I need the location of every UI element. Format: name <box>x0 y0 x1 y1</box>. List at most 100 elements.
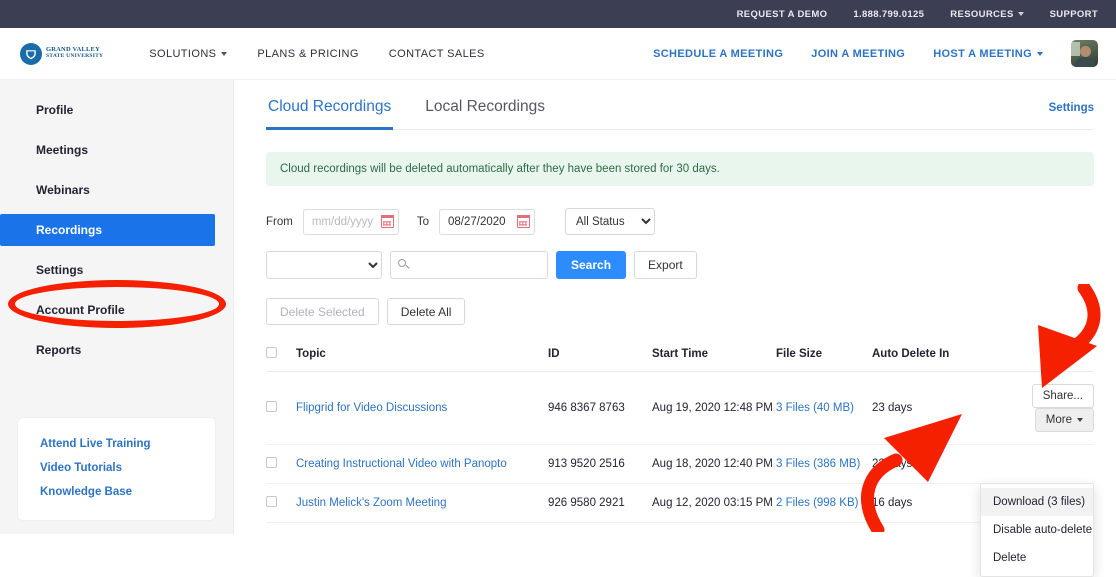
top-link-support[interactable]: SUPPORT <box>1050 9 1098 20</box>
recording-topic-link[interactable]: Creating Instructional Video with Panopt… <box>296 458 507 470</box>
row-auto-delete-cell: 22 days <box>872 445 968 484</box>
column-header-topic: Topic <box>296 347 548 372</box>
share-button[interactable]: Share... <box>1032 384 1094 408</box>
table-row: Justin Melick's Zoom Meeting 926 9580 29… <box>266 484 1094 523</box>
nav-right-links: SCHEDULE A MEETING JOIN A MEETING HOST A… <box>653 40 1098 67</box>
row-actions-cell <box>968 445 1094 484</box>
search-icon <box>398 259 406 267</box>
tab-cloud-recordings[interactable]: Cloud Recordings <box>266 98 393 130</box>
chevron-down-icon <box>221 52 227 56</box>
row-checkbox[interactable] <box>266 401 277 412</box>
row-start-time-cell: Aug 12, 2020 03:15 PM <box>652 484 776 523</box>
nav-join-meeting[interactable]: JOIN A MEETING <box>811 48 905 60</box>
search-input[interactable] <box>390 251 548 279</box>
recordings-settings-link[interactable]: Settings <box>1049 98 1094 114</box>
row-topic-cell: Creating Instructional Video with Panopt… <box>296 445 548 484</box>
tab-local-recordings[interactable]: Local Recordings <box>423 98 547 127</box>
row-topic-cell: Justin Melick's Zoom Meeting <box>296 484 548 523</box>
row-id-cell: 913 9520 2516 <box>548 445 652 484</box>
sidebar-link-knowledge-base[interactable]: Knowledge Base <box>18 480 215 504</box>
row-actions-cell: Share...More <box>968 372 1094 445</box>
gvsu-shield-icon <box>20 43 42 65</box>
calendar-icon[interactable] <box>381 215 394 228</box>
sidebar-item-recordings[interactable]: Recordings <box>0 214 215 246</box>
recording-files-link[interactable]: 3 Files (40 MB) <box>776 402 854 414</box>
chevron-down-icon <box>1018 12 1024 16</box>
sidebar-item-webinars[interactable]: Webinars <box>0 174 233 206</box>
row-id-cell: 946 8367 8763 <box>548 372 652 445</box>
recording-files-link[interactable]: 2 Files (998 KB) <box>776 497 858 509</box>
top-utility-bar: REQUEST A DEMO 1.888.799.0125 RESOURCES … <box>0 0 1116 28</box>
sidebar-spacer <box>0 326 233 334</box>
row-checkbox-cell <box>266 484 296 523</box>
sidebar-spacer <box>0 166 233 174</box>
column-header-actions <box>968 347 1094 372</box>
recording-files-link[interactable]: 3 Files (386 MB) <box>776 458 860 470</box>
top-link-phone[interactable]: 1.888.799.0125 <box>853 9 924 20</box>
delete-all-button[interactable]: Delete All <box>387 298 466 325</box>
chevron-down-icon <box>1077 418 1083 422</box>
more-dropdown-menu: Download (3 files) Disable auto-delete D… <box>980 483 1094 577</box>
avatar-body <box>1075 57 1095 67</box>
nav-host-meeting-label: HOST A MEETING <box>933 48 1032 60</box>
sidebar-item-settings[interactable]: Settings <box>0 254 233 286</box>
search-input-wrapper <box>390 251 548 279</box>
column-header-start-time: Start Time <box>652 347 776 372</box>
table-body: Flipgrid for Video Discussions 946 8367 … <box>266 372 1094 523</box>
row-file-size-cell: 3 Files (386 MB) <box>776 445 872 484</box>
dropdown-item-disable-auto-delete[interactable]: Disable auto-delete <box>981 516 1093 544</box>
from-date-wrapper <box>303 209 399 235</box>
search-button[interactable]: Search <box>556 251 626 279</box>
chevron-down-icon <box>1037 52 1043 56</box>
sidebar-item-meetings[interactable]: Meetings <box>0 134 233 166</box>
row-checkbox[interactable] <box>266 457 277 468</box>
top-link-request-demo[interactable]: REQUEST A DEMO <box>737 9 828 20</box>
bulk-actions-row: Delete Selected Delete All <box>266 298 1094 325</box>
recording-topic-link[interactable]: Flipgrid for Video Discussions <box>296 402 447 414</box>
nav-contact-sales[interactable]: CONTACT SALES <box>389 48 485 60</box>
status-filter-select[interactable]: All Status <box>565 208 655 235</box>
top-link-resources[interactable]: RESOURCES <box>950 9 1023 20</box>
dropdown-item-download[interactable]: Download (3 files) <box>981 488 1093 516</box>
recordings-table: Topic ID Start Time File Size Auto Delet… <box>266 347 1094 523</box>
sidebar-item-account-profile[interactable]: Account Profile <box>0 294 233 326</box>
sidebar-link-attend-live-training[interactable]: Attend Live Training <box>18 432 215 456</box>
gvsu-logo[interactable]: GRAND VALLEY STATE UNIVERSITY <box>20 43 103 65</box>
table-row: Flipgrid for Video Discussions 946 8367 … <box>266 372 1094 445</box>
row-checkbox[interactable] <box>266 496 277 507</box>
row-checkbox-cell <box>266 445 296 484</box>
export-button[interactable]: Export <box>634 251 697 279</box>
retention-notice: Cloud recordings will be deleted automat… <box>266 152 1094 186</box>
search-field-select[interactable]: Search by ID <box>266 251 382 279</box>
sidebar-item-reports[interactable]: Reports <box>0 334 233 366</box>
nav-solutions-label: SOLUTIONS <box>149 48 216 60</box>
row-start-time-cell: Aug 18, 2020 12:40 PM <box>652 445 776 484</box>
table-header-row: Topic ID Start Time File Size Auto Delet… <box>266 347 1094 372</box>
nav-plans-pricing[interactable]: PLANS & PRICING <box>257 48 358 60</box>
calendar-icon[interactable] <box>517 215 530 228</box>
date-filter-row: From To All Status <box>266 208 1094 235</box>
page-body: Profile Meetings Webinars Recordings Set… <box>0 80 1116 534</box>
select-all-checkbox[interactable] <box>266 347 277 358</box>
recording-topic-link[interactable]: Justin Melick's Zoom Meeting <box>296 497 446 509</box>
top-link-resources-label: RESOURCES <box>950 9 1013 20</box>
row-auto-delete-cell: 16 days <box>872 484 968 523</box>
select-all-header <box>266 347 296 372</box>
row-topic-cell: Flipgrid for Video Discussions <box>296 372 548 445</box>
recordings-tabs: Cloud Recordings Local Recordings Settin… <box>266 98 1094 130</box>
nav-host-meeting[interactable]: HOST A MEETING <box>933 48 1043 60</box>
sidebar-help-card: Attend Live Training Video Tutorials Kno… <box>18 418 215 520</box>
more-button[interactable]: More <box>1035 408 1094 432</box>
sidebar-spacer <box>0 206 233 214</box>
sidebar-link-video-tutorials[interactable]: Video Tutorials <box>18 456 215 480</box>
avatar[interactable] <box>1071 40 1098 67</box>
from-label: From <box>266 216 293 228</box>
row-auto-delete-cell: 23 days <box>872 372 968 445</box>
delete-selected-button[interactable]: Delete Selected <box>266 298 379 325</box>
sidebar-item-profile[interactable]: Profile <box>0 94 233 126</box>
sidebar: Profile Meetings Webinars Recordings Set… <box>0 80 234 534</box>
nav-solutions[interactable]: SOLUTIONS <box>149 48 227 60</box>
table-row: Creating Instructional Video with Panopt… <box>266 445 1094 484</box>
nav-schedule-meeting[interactable]: SCHEDULE A MEETING <box>653 48 783 60</box>
dropdown-item-delete[interactable]: Delete <box>981 544 1093 572</box>
